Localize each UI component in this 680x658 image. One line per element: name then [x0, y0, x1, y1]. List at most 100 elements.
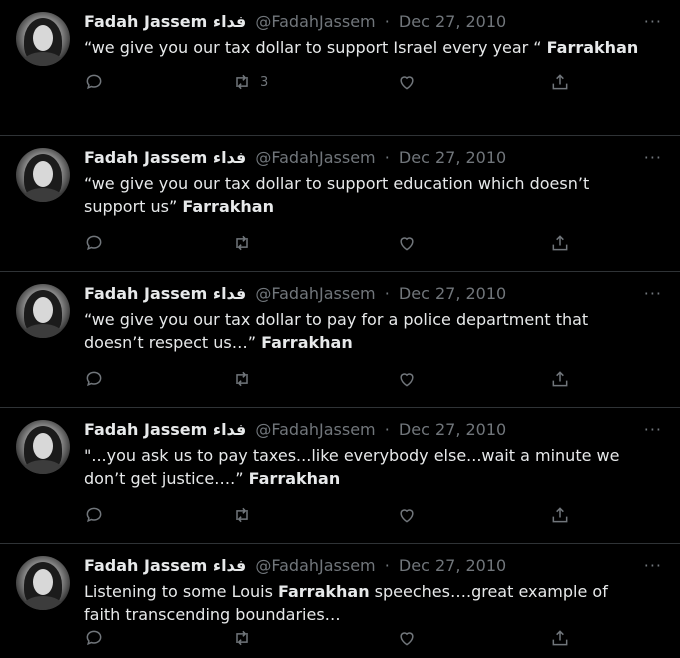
- tweet-actions: [84, 233, 574, 263]
- separator: ·: [384, 420, 390, 439]
- share-icon: [552, 507, 568, 523]
- more-icon[interactable]: ···: [644, 420, 662, 440]
- retweet-icon: [236, 74, 248, 90]
- avatar[interactable]: [16, 284, 70, 338]
- share-icon: [552, 74, 568, 90]
- separator: ·: [384, 284, 390, 303]
- author-handle[interactable]: @FadahJassem: [255, 12, 375, 31]
- tweet-header: Fadah Jassem فداء @FadahJassem · Dec 27,…: [84, 284, 660, 304]
- share-button[interactable]: [550, 628, 570, 648]
- tweet-text-main: Listening to some Louis: [84, 582, 278, 601]
- retweet-button[interactable]: 3: [232, 72, 268, 92]
- reply-button[interactable]: [84, 233, 104, 253]
- retweet-button[interactable]: [232, 628, 260, 648]
- more-icon[interactable]: ···: [644, 284, 662, 304]
- like-icon: [400, 76, 414, 90]
- like-button[interactable]: [397, 369, 417, 389]
- retweet-button[interactable]: [232, 505, 260, 525]
- reply-button[interactable]: [84, 72, 104, 92]
- author-handle[interactable]: @FadahJassem: [255, 284, 375, 303]
- like-icon: [400, 373, 414, 387]
- more-icon[interactable]: ···: [644, 12, 662, 32]
- reply-icon: [86, 74, 102, 90]
- tweet-date[interactable]: Dec 27, 2010: [399, 556, 506, 575]
- author-handle[interactable]: @FadahJassem: [255, 420, 375, 439]
- share-icon: [552, 630, 568, 646]
- reply-button[interactable]: [84, 369, 104, 389]
- tweet-text-bold: Farrakhan: [261, 333, 353, 352]
- author-name[interactable]: Fadah Jassem فداء: [84, 556, 246, 575]
- tweet-text: “we give you our tax dollar to support I…: [84, 36, 640, 59]
- author-handle[interactable]: @FadahJassem: [255, 556, 375, 575]
- tweet[interactable]: Fadah Jassem فداء @FadahJassem · Dec 27,…: [0, 136, 680, 272]
- tweet[interactable]: Fadah Jassem فداء @FadahJassem · Dec 27,…: [0, 272, 680, 408]
- like-button[interactable]: [397, 505, 417, 525]
- tweet-text-bold: Farrakhan: [546, 38, 639, 57]
- tweet-text-bold: Farrakhan: [182, 197, 274, 216]
- tweet[interactable]: Fadah Jassem فداء @FadahJassem · Dec 27,…: [0, 408, 680, 544]
- reply-button[interactable]: [84, 628, 104, 648]
- tweet-text: “we give you our tax dollar to support e…: [84, 172, 640, 218]
- tweet-list: Fadah Jassem فداء @FadahJassem · Dec 27,…: [0, 0, 680, 646]
- separator: ·: [384, 556, 390, 575]
- tweet-date[interactable]: Dec 27, 2010: [399, 420, 506, 439]
- reply-icon: [86, 235, 102, 251]
- tweet-actions: [84, 628, 574, 658]
- avatar[interactable]: [16, 148, 70, 202]
- retweet-button[interactable]: [232, 233, 260, 253]
- like-icon: [400, 632, 414, 646]
- retweet-icon: [236, 630, 248, 646]
- share-button[interactable]: [550, 233, 570, 253]
- author-name[interactable]: Fadah Jassem فداء: [84, 420, 246, 439]
- share-icon: [552, 235, 568, 251]
- avatar[interactable]: [16, 420, 70, 474]
- tweet-header: Fadah Jassem فداء @FadahJassem · Dec 27,…: [84, 556, 660, 576]
- share-button[interactable]: [550, 72, 570, 92]
- reply-icon: [86, 507, 102, 523]
- retweet-count: 3: [260, 74, 269, 90]
- tweet-text-bold: Farrakhan: [248, 469, 341, 488]
- reply-button[interactable]: [84, 505, 104, 525]
- like-icon: [400, 237, 414, 251]
- author-handle[interactable]: @FadahJassem: [255, 148, 375, 167]
- tweet-header: Fadah Jassem فداء @FadahJassem · Dec 27,…: [84, 12, 660, 32]
- tweet-header: Fadah Jassem فداء @FadahJassem · Dec 27,…: [84, 148, 660, 168]
- tweet-date[interactable]: Dec 27, 2010: [399, 284, 506, 303]
- like-button[interactable]: [397, 72, 417, 92]
- tweet[interactable]: Fadah Jassem فداء @FadahJassem · Dec 27,…: [0, 544, 680, 646]
- tweet-text: Listening to some Louis Farrakhan speech…: [84, 580, 640, 626]
- author-name[interactable]: Fadah Jassem فداء: [84, 12, 246, 31]
- retweet-icon: [236, 235, 248, 251]
- more-icon[interactable]: ···: [644, 148, 662, 168]
- reply-icon: [86, 630, 102, 646]
- like-button[interactable]: [397, 233, 417, 253]
- tweet-header: Fadah Jassem فداء @FadahJassem · Dec 27,…: [84, 420, 660, 440]
- more-icon[interactable]: ···: [644, 556, 662, 576]
- share-icon: [552, 371, 568, 387]
- tweet-text-main: "...you ask us to pay taxes...like every…: [84, 446, 620, 488]
- like-button[interactable]: [397, 628, 417, 648]
- tweet-text-bold: Farrakhan: [278, 582, 370, 601]
- retweet-button[interactable]: [232, 369, 260, 389]
- tweet-date[interactable]: Dec 27, 2010: [399, 148, 506, 167]
- author-name[interactable]: Fadah Jassem فداء: [84, 284, 246, 303]
- tweet[interactable]: Fadah Jassem فداء @FadahJassem · Dec 27,…: [0, 0, 680, 136]
- tweet-actions: [84, 369, 574, 399]
- share-button[interactable]: [550, 369, 570, 389]
- reply-icon: [86, 371, 102, 387]
- separator: ·: [384, 148, 390, 167]
- retweet-icon: [236, 371, 248, 387]
- avatar[interactable]: [16, 12, 70, 66]
- author-name[interactable]: Fadah Jassem فداء: [84, 148, 246, 167]
- tweet-text-main: “we give you our tax dollar to support I…: [84, 38, 547, 57]
- tweet-actions: [84, 505, 574, 535]
- avatar[interactable]: [16, 556, 70, 610]
- tweet-date[interactable]: Dec 27, 2010: [399, 12, 506, 31]
- tweet-actions: 3: [84, 72, 574, 102]
- tweet-text: "...you ask us to pay taxes...like every…: [84, 444, 640, 490]
- share-button[interactable]: [550, 505, 570, 525]
- like-icon: [400, 509, 414, 523]
- tweet-text-main: “we give you our tax dollar to support e…: [84, 174, 590, 216]
- retweet-icon: [236, 507, 248, 523]
- separator: ·: [384, 12, 390, 31]
